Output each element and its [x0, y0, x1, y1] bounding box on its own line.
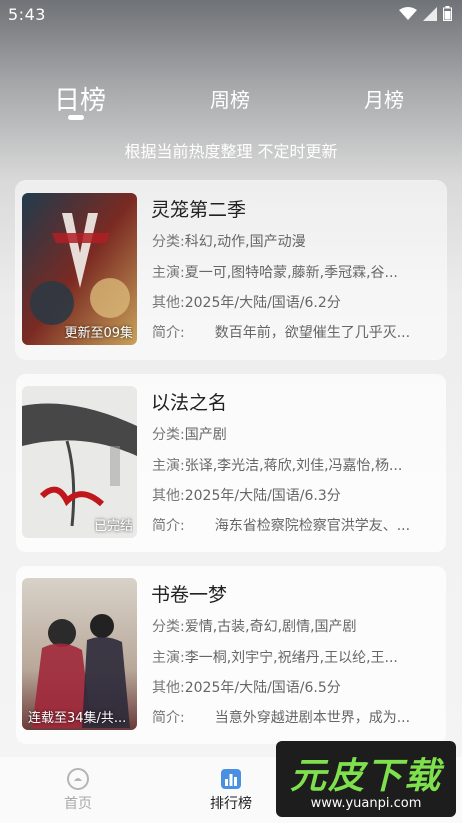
info-row: 其他:2025年/大陆/国语/6.2分: [152, 292, 341, 312]
cast-value: 李一桐,刘宇宁,祝绪丹,王以纶,王...: [184, 650, 398, 666]
intro-label: 简介:: [152, 325, 185, 341]
cast-row: 主演:张译,李光洁,蒋欣,刘佳,冯嘉怡,杨...: [152, 455, 430, 475]
cast-row: 主演:李一桐,刘宇宁,祝绪丹,王以纶,王...: [152, 647, 430, 667]
status-bar: 5:43: [0, 0, 462, 30]
intro-row: 简介: 当意外穿越进剧本世界，成为...: [152, 707, 440, 727]
tab-daily[interactable]: 日榜: [54, 80, 106, 117]
home-icon: [67, 768, 89, 790]
tab-weekly[interactable]: 周榜: [210, 84, 250, 113]
info-label: 其他:: [152, 488, 185, 504]
info-label: 其他:: [152, 680, 185, 696]
signal-icon: [423, 6, 437, 21]
show-title[interactable]: 书卷一梦: [151, 580, 227, 607]
nav-home[interactable]: 首页: [38, 767, 118, 813]
poster-image[interactable]: 更新至09集: [22, 193, 137, 345]
watermark-url: www.yuanpi.com: [310, 796, 422, 811]
ranking-card[interactable]: 更新至09集 灵笼第二季 分类:科幻,动作,国产动漫 主演:夏一可,图特哈蒙,藤…: [16, 181, 446, 359]
genre-row: 分类:爱情,古装,奇幻,剧情,国产剧: [152, 616, 357, 636]
cast-label: 主演:: [152, 265, 185, 281]
intro-value: 当意外穿越进剧本世界，成为...: [214, 710, 411, 726]
info-row: 其他:2025年/大陆/国语/6.3分: [152, 485, 341, 505]
poster-image[interactable]: 连载至34集/共...: [22, 578, 137, 730]
info-row: 其他:2025年/大陆/国语/6.5分: [152, 677, 341, 697]
intro-value: 数百年前，欲望催生了几乎灭...: [214, 325, 411, 341]
episode-badge: 连载至34集/共...: [28, 711, 127, 726]
ranking-subtitle: 根据当前热度整理 不定时更新: [124, 142, 338, 161]
intro-value: 海东省检察院检察官洪学友、...: [214, 518, 411, 534]
info-value: 2025年/大陆/国语/6.2分: [184, 295, 341, 311]
info-value: 2025年/大陆/国语/6.3分: [184, 488, 341, 504]
show-title[interactable]: 灵笼第二季: [151, 195, 246, 222]
genre-row: 分类:国产剧: [152, 424, 227, 444]
ranking-card[interactable]: 连载至34集/共... 书卷一梦 分类:爱情,古装,奇幻,剧情,国产剧 主演:李…: [16, 566, 446, 744]
nav-ranking[interactable]: 排行榜: [191, 767, 271, 813]
genre-label: 分类:: [152, 234, 185, 250]
cast-row: 主演:夏一可,图特哈蒙,藤新,季冠霖,谷...: [152, 262, 430, 282]
tab-indicator: [68, 115, 84, 120]
wifi-icon: [399, 6, 417, 20]
genre-value: 国产剧: [184, 427, 227, 443]
nav-ranking-label: 排行榜: [210, 796, 252, 812]
status-time: 5:43: [8, 5, 46, 24]
genre-label: 分类:: [152, 619, 185, 635]
battery-icon: [443, 6, 452, 21]
intro-row: 简介: 海东省检察院检察官洪学友、...: [152, 515, 440, 535]
intro-label: 简介:: [152, 710, 185, 726]
genre-value: 科幻,动作,国产动漫: [184, 234, 306, 250]
tab-monthly[interactable]: 月榜: [364, 84, 404, 113]
genre-value: 爱情,古装,奇幻,剧情,国产剧: [184, 619, 357, 635]
site-watermark: 元皮下载 www.yuanpi.com: [276, 741, 456, 817]
genre-label: 分类:: [152, 427, 185, 443]
status-icons: [399, 6, 452, 21]
nav-home-label: 首页: [64, 796, 92, 812]
cast-value: 夏一可,图特哈蒙,藤新,季冠霖,谷...: [184, 265, 398, 281]
cast-label: 主演:: [152, 458, 185, 474]
ranking-icon: [221, 769, 241, 789]
intro-label: 简介:: [152, 518, 185, 534]
episode-badge: 更新至09集: [64, 326, 133, 341]
poster-image[interactable]: 已完结: [22, 386, 137, 538]
cast-value: 张译,李光洁,蒋欣,刘佳,冯嘉怡,杨...: [184, 458, 403, 474]
info-value: 2025年/大陆/国语/6.5分: [184, 680, 341, 696]
status-badge: 已完结: [93, 519, 133, 534]
show-title[interactable]: 以法之名: [151, 388, 227, 415]
watermark-brand: 元皮下载: [289, 756, 442, 797]
intro-row: 简介: 数百年前，欲望催生了几乎灭...: [152, 322, 440, 342]
ranking-tabs: 日榜 周榜 月榜: [0, 78, 462, 128]
genre-row: 分类:科幻,动作,国产动漫: [152, 231, 306, 251]
cast-label: 主演:: [152, 650, 185, 666]
ranking-card[interactable]: 已完结 以法之名 分类:国产剧 主演:张译,李光洁,蒋欣,刘佳,冯嘉怡,杨...…: [16, 374, 446, 552]
info-label: 其他:: [152, 295, 185, 311]
